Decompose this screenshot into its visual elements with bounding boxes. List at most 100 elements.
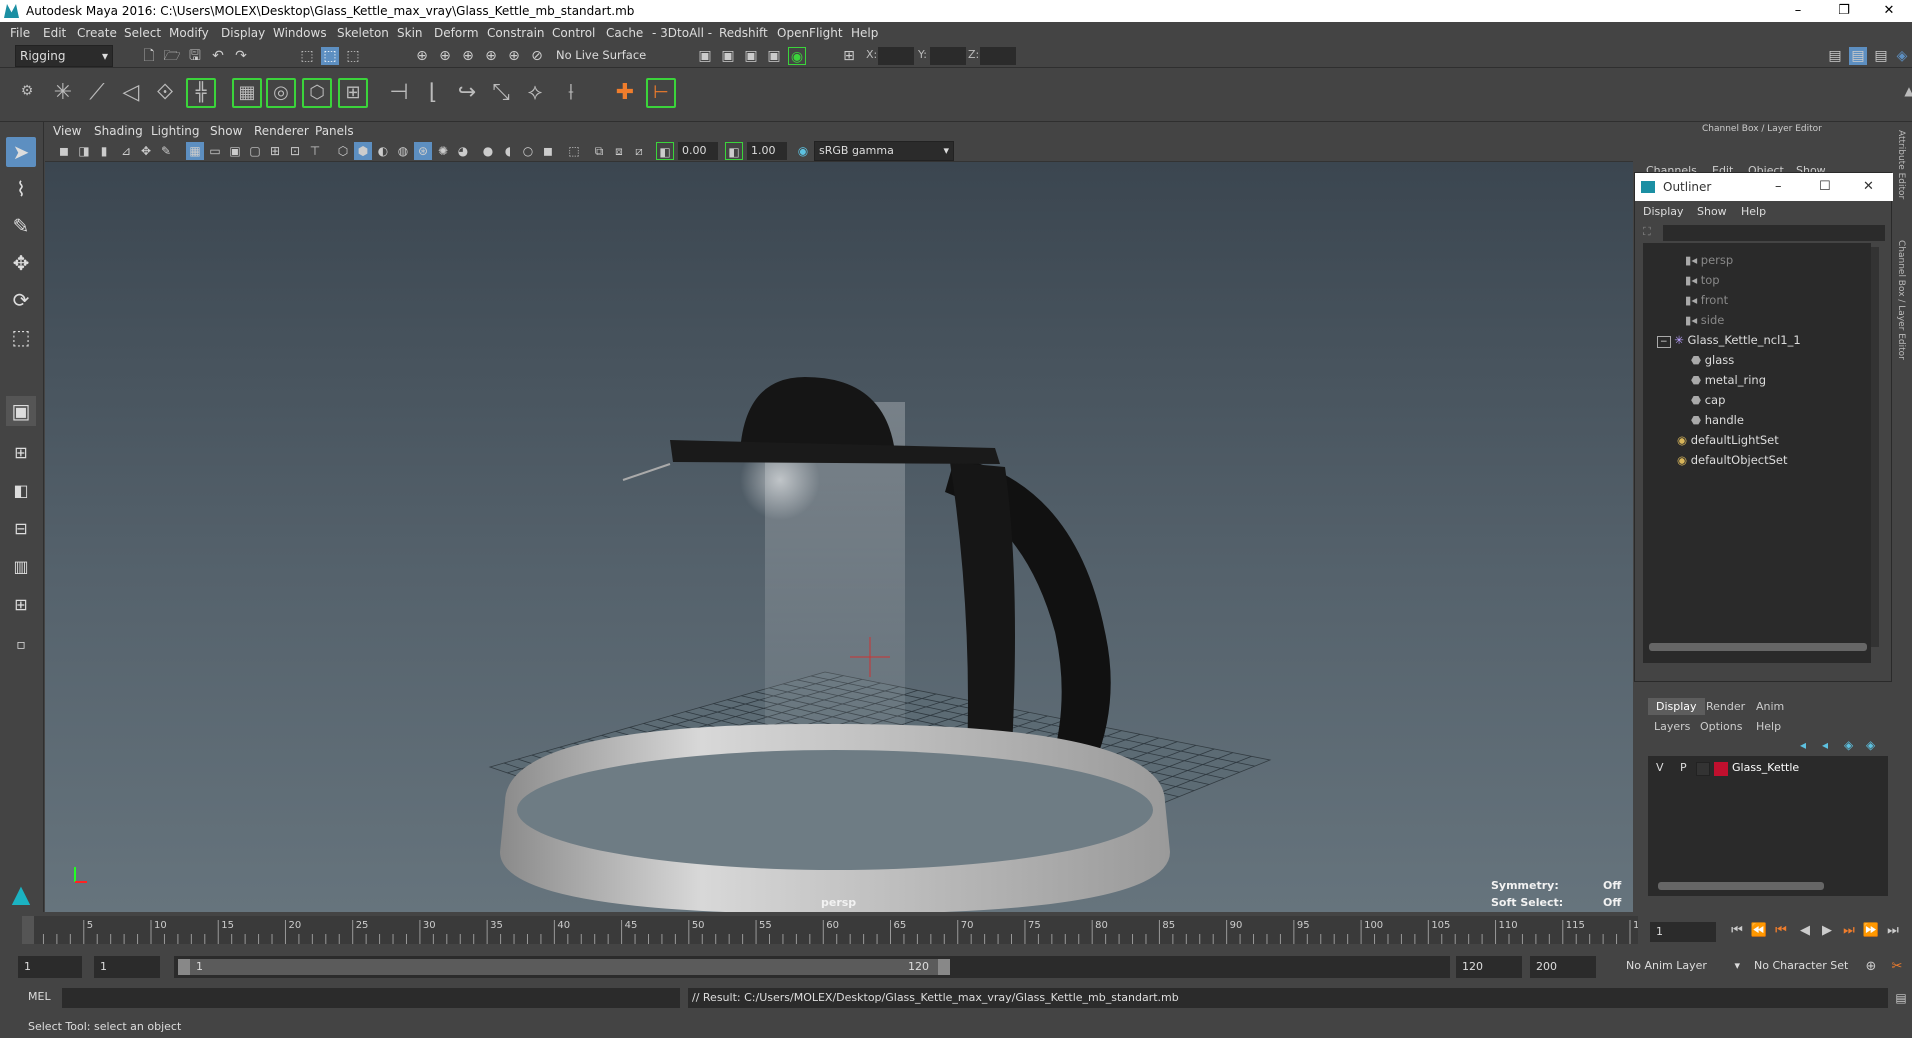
screen-space-ao-icon[interactable]: ● (479, 142, 497, 160)
step-back-icon[interactable]: ⏪ (1750, 922, 1768, 940)
wireframe-icon[interactable]: ⬡ (334, 142, 352, 160)
textured-icon[interactable]: ⊛ (414, 142, 432, 160)
open-scene-icon[interactable]: 🗁 (163, 47, 181, 65)
xray-joints-icon[interactable]: ⧈ (610, 142, 628, 160)
select-tool-icon[interactable]: ➤ (6, 137, 36, 167)
move-layer-down-icon[interactable]: ◂ (1822, 738, 1828, 752)
layer-menu-help[interactable]: Help (1756, 720, 1781, 733)
layer-hscrollbar[interactable] (1658, 882, 1824, 890)
color-management-icon[interactable]: ◉ (794, 142, 812, 160)
outliner-maximize-icon[interactable]: ☐ (1819, 173, 1831, 201)
bind-skin-icon[interactable]: ╬ (186, 78, 216, 108)
outliner-minimize-icon[interactable]: – (1775, 173, 1782, 201)
layer-menu-options[interactable]: Options (1700, 720, 1742, 733)
safe-title-icon[interactable]: ⊤ (306, 142, 324, 160)
vp-menu-show[interactable]: Show (210, 122, 242, 140)
outliner-item-cap[interactable]: ⬣ cap (1691, 391, 1725, 409)
outliner-item-top[interactable]: ▮◂ top (1685, 271, 1720, 289)
script-editor-icon[interactable]: ▤ (1892, 989, 1910, 1007)
move-tool-icon[interactable]: ✥ (6, 248, 36, 278)
outliner-item-side[interactable]: ▮◂ side (1685, 311, 1724, 329)
vp-menu-view[interactable]: View (53, 122, 81, 140)
insert-joint-icon[interactable]: ⟐ (150, 78, 180, 108)
move-layer-up-icon[interactable]: ◂ (1800, 738, 1806, 752)
layer-color-swatch[interactable] (1714, 762, 1728, 776)
persp-graph-icon[interactable]: ⊟ (6, 514, 36, 544)
outliner-item-front[interactable]: ▮◂ front (1685, 291, 1728, 309)
menu-modify[interactable]: Modify (169, 22, 209, 44)
use-all-lights-icon[interactable]: ✺ (434, 142, 452, 160)
snap-surface-icon[interactable]: ⊕ (505, 47, 523, 65)
new-layer-icon[interactable]: ◈ (1844, 738, 1853, 752)
resolution-gate-icon[interactable]: ▣ (226, 142, 244, 160)
vp-menu-renderer[interactable]: Renderer (254, 122, 309, 140)
paint-select-icon[interactable]: ✎ (6, 211, 36, 241)
vp-menu-lighting[interactable]: Lighting (151, 122, 200, 140)
range-bar[interactable]: 1 120 (174, 956, 1450, 978)
menu-3dtoall[interactable]: - 3DtoAll - (652, 22, 712, 44)
tool-settings-icon[interactable]: ◈ (1893, 47, 1911, 65)
camera-select-icon[interactable]: ◼ (55, 142, 73, 160)
z-field[interactable] (980, 47, 1016, 65)
antialias-icon[interactable]: ○ (519, 142, 537, 160)
blendshape-icon[interactable]: ⊞ (338, 78, 368, 108)
gate-mask-icon[interactable]: ▢ (246, 142, 264, 160)
shadows-icon[interactable]: ◕ (454, 142, 472, 160)
timeline-track[interactable]: 5 10 15 20 25 30 35 40 45 50 55 60 65 70 75 80 85 90 95 100… (22, 916, 1638, 944)
parent-constraint-icon[interactable]: ⟡ (520, 78, 550, 108)
outliner-item-metal-ring[interactable]: ⬣ metal_ring (1691, 371, 1766, 389)
ipr-render-icon[interactable]: ▣ (742, 47, 760, 65)
menu-help[interactable]: Help (851, 22, 878, 44)
script-language-toggle[interactable]: MEL (28, 990, 51, 1003)
film-gate-icon[interactable]: ▭ (206, 142, 224, 160)
aim-constraint-icon[interactable]: ⌊ (418, 78, 448, 108)
image-plane-icon[interactable]: ⊿ (117, 142, 135, 160)
auto-key-icon[interactable]: ⊕ (1862, 958, 1880, 976)
scale-tool-icon[interactable]: ⬚ (6, 322, 36, 352)
outliner-vscrollbar[interactable] (1871, 247, 1879, 647)
single-perspective-icon[interactable]: ▣ (6, 396, 36, 426)
custom-layout-icon[interactable]: ▫ (6, 630, 36, 660)
pole-vector-icon[interactable]: ⟊ (556, 78, 586, 108)
default-material-icon[interactable]: ◐ (374, 142, 392, 160)
save-scene-icon[interactable]: 🖫 (186, 47, 204, 65)
hypershade-icon[interactable]: ◉ (788, 47, 806, 65)
snap-view-icon[interactable]: ⊕ (482, 47, 500, 65)
layer-visibility-toggle[interactable]: V (1656, 761, 1664, 774)
wireframe-on-shaded-icon[interactable]: ◍ (394, 142, 412, 160)
playback-end-field[interactable]: 120 (1456, 956, 1522, 978)
outliner-item-default-light-set[interactable]: ◉ defaultLightSet (1677, 431, 1779, 449)
2d-pan-icon[interactable]: ✥ (137, 142, 155, 160)
lattice-icon[interactable]: ▦ (232, 78, 262, 108)
outliner-filter-icon[interactable]: ⛶ (1643, 225, 1651, 239)
layer-row[interactable]: V P Glass_Kettle (1648, 760, 1888, 778)
x-field[interactable] (878, 47, 914, 65)
snap-curve-icon[interactable]: ⊕ (436, 47, 454, 65)
grease-pencil-icon[interactable]: ✎ (157, 142, 175, 160)
menuset-dropdown[interactable]: Rigging ▾ (15, 45, 113, 67)
ik-handle-icon[interactable]: ⟋ (82, 78, 112, 108)
menu-select[interactable]: Select (124, 22, 161, 44)
command-input[interactable] (62, 988, 680, 1008)
render-view-icon[interactable]: ▣ (696, 47, 714, 65)
joint-tool-icon[interactable]: ✳ (48, 78, 78, 108)
menu-create[interactable]: Create (77, 22, 117, 44)
go-to-end-icon[interactable]: ⏭ (1884, 922, 1902, 940)
minimize-button[interactable]: – (1775, 0, 1821, 22)
snap-grid-icon[interactable]: ⊕ (413, 47, 431, 65)
new-layer-selected-icon[interactable]: ◈ (1866, 738, 1875, 752)
menu-skin[interactable]: Skin (397, 22, 423, 44)
menu-control[interactable]: Control (552, 22, 595, 44)
xray-components-icon[interactable]: ⧄ (630, 142, 648, 160)
layer-menu-layers[interactable]: Layers (1654, 720, 1690, 733)
point-constraint-icon[interactable]: ⊣ (384, 78, 414, 108)
range-bar-handle[interactable]: 1 120 (178, 959, 950, 975)
close-button[interactable]: ✕ (1866, 0, 1912, 22)
menu-deform[interactable]: Deform (434, 22, 479, 44)
outliner-close-icon[interactable]: ✕ (1863, 173, 1874, 201)
ik-fk-icon[interactable]: ⊢ (646, 78, 676, 108)
gamma-icon[interactable]: ◧ (725, 142, 743, 160)
restore-button[interactable]: ❐ (1821, 0, 1867, 22)
locator-icon[interactable]: ✚ (610, 78, 640, 108)
outliner-window[interactable]: Outliner – ☐ ✕ Display Show Help ⛶ ▮◂ pe… (1634, 172, 1893, 682)
